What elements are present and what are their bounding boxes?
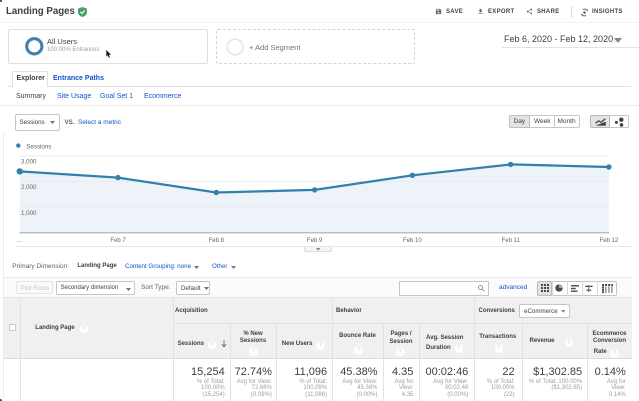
svg-text:3,000: 3,000: [21, 158, 37, 165]
svg-text:Feb 7: Feb 7: [110, 238, 126, 244]
svg-text:Feb 10: Feb 10: [403, 238, 422, 244]
svg-text:Feb 12: Feb 12: [600, 238, 619, 244]
svg-text:1,000: 1,000: [21, 210, 37, 217]
svg-text:Feb 11: Feb 11: [502, 238, 521, 244]
svg-text:Feb 9: Feb 9: [307, 238, 323, 244]
svg-text:Feb 8: Feb 8: [209, 238, 225, 244]
svg-text:2,000: 2,000: [21, 184, 37, 191]
svg-text:Sessions: Sessions: [26, 143, 51, 150]
svg-text:...: ...: [17, 237, 22, 244]
